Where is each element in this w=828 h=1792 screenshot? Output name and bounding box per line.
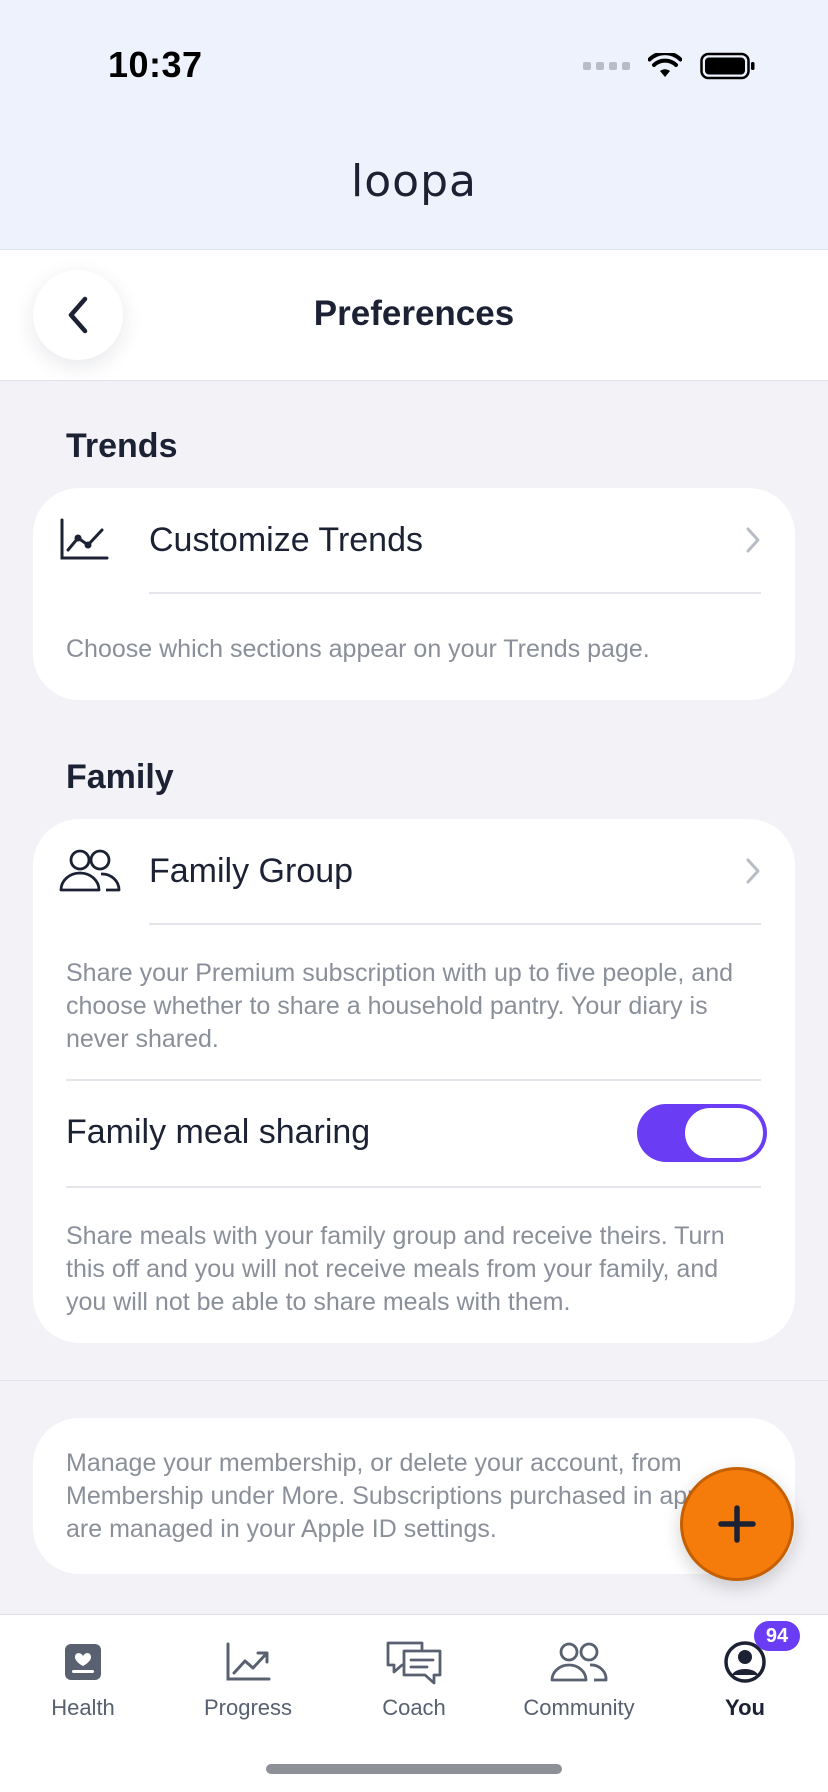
add-button[interactable] xyxy=(680,1467,794,1581)
family-card: Family Group Share your Premium subscrip… xyxy=(33,819,795,1343)
family-meal-sharing-row: Family meal sharing xyxy=(33,1081,795,1187)
tab-label: Community xyxy=(523,1695,635,1720)
customize-trends-label: Customize Trends xyxy=(149,521,423,559)
family-group-row[interactable]: Family Group xyxy=(33,819,795,925)
app-logo: loopa xyxy=(351,156,477,207)
trends-description: Choose which sections appear on your Tre… xyxy=(66,635,650,663)
wifi-icon xyxy=(648,53,682,77)
page-header: Preferences xyxy=(0,250,828,381)
home-indicator xyxy=(266,1764,562,1774)
tab-coach[interactable]: Coach xyxy=(331,1615,497,1735)
divider xyxy=(149,592,761,594)
battery-icon xyxy=(700,52,755,80)
tab-label: You xyxy=(725,1695,765,1720)
plus-icon xyxy=(718,1505,756,1543)
membership-note: Manage your membership, or delete your a… xyxy=(66,1449,702,1543)
tab-progress[interactable]: Progress xyxy=(165,1615,331,1735)
section-title-family: Family xyxy=(66,758,174,796)
section-separator xyxy=(0,1380,828,1381)
family-meal-sharing-description: Share meals with your family group and r… xyxy=(66,1222,725,1316)
tab-health[interactable]: Health xyxy=(0,1615,166,1735)
toggle-knob xyxy=(685,1108,763,1158)
chat-icon xyxy=(386,1641,442,1685)
chevron-right-icon xyxy=(746,858,760,884)
tab-community[interactable]: Community xyxy=(496,1615,662,1735)
people-icon xyxy=(550,1642,608,1682)
family-meal-sharing-toggle[interactable] xyxy=(637,1104,767,1162)
tab-label: Coach xyxy=(382,1695,446,1720)
family-group-label: Family Group xyxy=(149,852,354,890)
tab-label: Health xyxy=(51,1695,115,1720)
chart-icon xyxy=(226,1642,271,1681)
top-bar: 10:37 loopa xyxy=(0,0,828,250)
status-icons xyxy=(583,52,756,80)
tab-you[interactable]: You 94 xyxy=(662,1615,828,1735)
notification-badge: 94 xyxy=(754,1621,800,1651)
divider xyxy=(66,1186,761,1188)
cellular-signal-icon xyxy=(583,62,630,70)
health-icon xyxy=(65,1644,101,1680)
page-title: Preferences xyxy=(313,294,515,333)
family-group-description: Share your Premium subscription with up … xyxy=(66,959,734,1053)
trend-chart-icon xyxy=(60,518,109,560)
chevron-right-icon xyxy=(746,527,760,553)
section-title-trends: Trends xyxy=(66,427,178,465)
people-icon xyxy=(59,849,121,892)
status-time: 10:37 xyxy=(108,44,203,85)
trends-card: Customize Trends Choose which sections a… xyxy=(33,488,795,700)
membership-card: Manage your membership, or delete your a… xyxy=(33,1418,795,1574)
customize-trends-row[interactable]: Customize Trends xyxy=(33,488,795,594)
tab-label: Progress xyxy=(203,1695,293,1720)
divider xyxy=(149,923,761,925)
family-meal-sharing-label: Family meal sharing xyxy=(66,1113,371,1151)
